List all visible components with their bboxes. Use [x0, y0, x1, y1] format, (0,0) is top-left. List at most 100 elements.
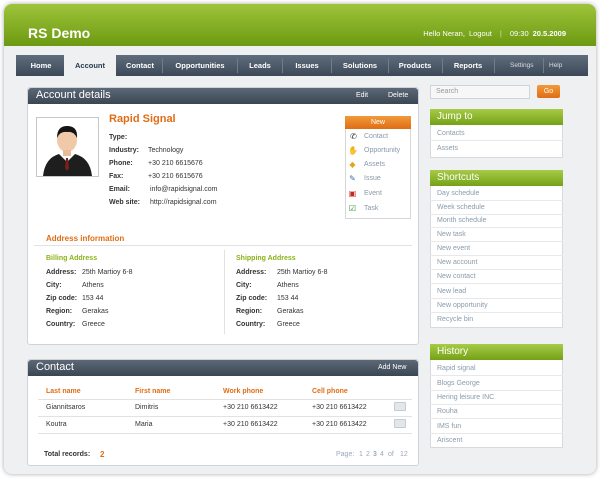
task-icon: ☑: [348, 204, 357, 213]
item-divider: [430, 255, 563, 256]
shortcut-new-contact[interactable]: New contact: [437, 273, 476, 280]
row1-work-phone: +30 210 6613422: [223, 404, 278, 411]
delete-link[interactable]: Delete: [388, 92, 408, 99]
current-date: 20.5.2009: [532, 29, 566, 38]
tab-leads[interactable]: Leads: [240, 55, 280, 76]
coins-icon: ◆: [349, 160, 356, 169]
new-button[interactable]: New: [345, 116, 411, 129]
nav-divider: [331, 58, 332, 73]
col-first-name[interactable]: First name: [135, 388, 170, 395]
page-total[interactable]: 12: [400, 451, 408, 458]
new-issue-item[interactable]: Issue: [364, 175, 381, 182]
total-records-value: 2: [100, 450, 105, 459]
edit-link[interactable]: Edit: [356, 92, 368, 99]
billing-zip-value: 153 44: [82, 295, 104, 302]
address-divider: [224, 250, 225, 334]
shortcut-new-lead[interactable]: New lead: [437, 288, 466, 295]
row-card-icon[interactable]: [394, 402, 406, 411]
field-fax-value: +30 210 6615676: [148, 173, 203, 180]
new-contact-item[interactable]: Contact: [364, 133, 388, 140]
col-cell-phone[interactable]: Cell phone: [312, 388, 348, 395]
history-hering-leisure[interactable]: Hering leisure INC: [437, 394, 494, 401]
issue-icon: ✎: [349, 174, 356, 183]
tab-solutions[interactable]: Solutions: [336, 55, 384, 76]
jump-assets[interactable]: Assets: [437, 145, 458, 152]
pager-of: of: [388, 451, 394, 458]
shipping-city-value: Athens: [277, 282, 299, 289]
billing-region-value: Gerakas: [82, 308, 109, 315]
shipping-region-label: Region:: [236, 308, 263, 315]
shortcut-new-account[interactable]: New account: [437, 259, 477, 266]
billing-address-label: Address:: [46, 269, 77, 276]
tab-home[interactable]: Home: [22, 55, 60, 76]
new-event-item[interactable]: Event: [364, 190, 382, 197]
field-website-label: Web site:: [109, 199, 140, 206]
shortcut-month-schedule[interactable]: Month schedule: [437, 217, 486, 224]
field-phone-value: +30 210 6615676: [148, 160, 203, 167]
shortcut-new-event[interactable]: New event: [437, 245, 470, 252]
item-divider: [430, 283, 563, 284]
row2-first-name: Maria: [135, 421, 153, 428]
shipping-zip-label: Zip code:: [236, 295, 268, 302]
shortcut-day-schedule[interactable]: Day schedule: [437, 190, 479, 197]
billing-city-value: Athens: [82, 282, 104, 289]
add-new-link[interactable]: Add New: [378, 364, 406, 371]
app-header: RS Demo Hello Neran, Logout | 09:30 20.5…: [4, 4, 596, 46]
field-email-label: Email:: [109, 186, 131, 193]
item-divider: [430, 404, 563, 405]
page-2[interactable]: 2: [366, 451, 370, 458]
item-divider: [430, 433, 563, 434]
tab-contact[interactable]: Contact: [120, 55, 160, 76]
tab-account[interactable]: Account: [64, 51, 116, 76]
tab-products[interactable]: Products: [392, 55, 438, 76]
nav-divider: [494, 58, 495, 73]
header-user-info: Hello Neran, Logout | 09:30 20.5.2009: [423, 29, 566, 38]
row1-last-name[interactable]: Giannitsaros: [46, 404, 85, 411]
row1-first-name: Dimitris: [135, 404, 159, 411]
settings-link[interactable]: Settings: [510, 55, 534, 76]
item-divider: [430, 214, 563, 215]
account-avatar: [36, 117, 99, 177]
history-rapid-signal[interactable]: Rapid signal: [437, 365, 476, 372]
row2-work-phone: +30 210 6613422: [223, 421, 278, 428]
history-rouha[interactable]: Rouha: [437, 408, 458, 415]
new-task-item[interactable]: Task: [364, 205, 378, 212]
jump-contacts[interactable]: Contacts: [437, 130, 465, 137]
billing-city-label: City:: [46, 282, 62, 289]
new-opportunity-item[interactable]: Opportunity: [364, 147, 400, 154]
pager-label: Page:: [336, 451, 355, 458]
account-panel-header: Account details Edit Delete: [28, 88, 418, 104]
shortcut-recycle-bin[interactable]: Recycle bin: [437, 316, 473, 323]
shortcut-week-schedule[interactable]: Week schedule: [437, 204, 485, 211]
new-assets-item[interactable]: Assets: [364, 161, 385, 168]
address-section-title: Address information: [46, 234, 125, 243]
page-1[interactable]: 1: [359, 451, 363, 458]
row-card-icon[interactable]: [394, 419, 406, 428]
row2-cell-phone: +30 210 6613422: [312, 421, 367, 428]
help-link[interactable]: Help: [549, 55, 562, 76]
row2-last-name[interactable]: Koutra: [46, 421, 67, 428]
field-industry-value: Technology: [148, 147, 184, 154]
history-ariscent[interactable]: Ariscent: [437, 437, 462, 444]
tab-issues[interactable]: Issues: [286, 55, 328, 76]
field-phone-label: Phone:: [109, 160, 133, 167]
shortcut-new-task[interactable]: New task: [437, 231, 466, 238]
col-last-name[interactable]: Last name: [46, 388, 81, 395]
page-4[interactable]: 4: [380, 451, 384, 458]
field-email-value[interactable]: info@rapidsignal.com: [150, 186, 217, 193]
tab-opportunities[interactable]: Opportunities: [166, 55, 234, 76]
history-ims-fun[interactable]: IMS fun: [437, 423, 461, 430]
phone-icon: ✆: [350, 132, 357, 141]
go-button[interactable]: Go: [537, 85, 560, 98]
search-input[interactable]: Search: [430, 85, 530, 99]
shipping-address-label: Address:: [236, 269, 267, 276]
row-divider: [38, 416, 412, 417]
tab-reports[interactable]: Reports: [446, 55, 490, 76]
field-website-value[interactable]: http://rapidsignal.com: [150, 199, 217, 206]
shipping-city-label: City:: [236, 282, 252, 289]
history-blogs-george[interactable]: Blogs George: [437, 380, 480, 387]
col-work-phone[interactable]: Work phone: [223, 388, 263, 395]
shortcut-new-opportunity[interactable]: New opportunity: [437, 302, 488, 309]
logout-link[interactable]: Logout: [469, 29, 492, 38]
section-divider: [34, 245, 412, 246]
